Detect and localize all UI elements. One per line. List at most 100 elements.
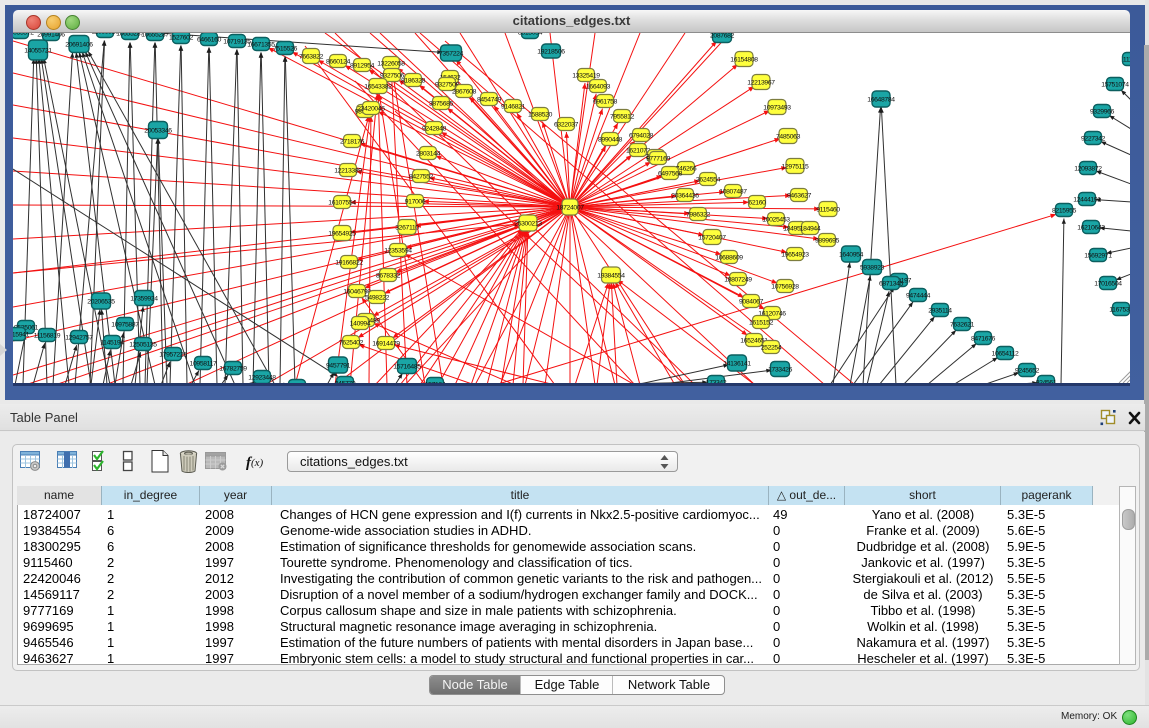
svg-text:7515526: 7515526 — [273, 46, 298, 53]
svg-text:20364436: 20364436 — [671, 193, 699, 200]
svg-text:184944: 184944 — [800, 226, 821, 233]
svg-text:2935114: 2935114 — [928, 308, 952, 315]
svg-text:7485063: 7485063 — [776, 134, 801, 141]
svg-text:1640954: 1640954 — [839, 252, 864, 259]
svg-text:9227342: 9227342 — [1081, 136, 1106, 143]
svg-text:6322037: 6322037 — [554, 122, 579, 129]
svg-text:10655287: 10655287 — [116, 33, 144, 38]
svg-text:12975115: 12975115 — [782, 164, 810, 171]
svg-text:1145194: 1145194 — [100, 340, 124, 347]
svg-text:10654112: 10654112 — [992, 351, 1020, 358]
svg-text:6466160: 6466160 — [197, 37, 222, 44]
svg-text:15692971: 15692971 — [1084, 253, 1112, 260]
svg-text:16154808: 16154808 — [730, 57, 758, 64]
svg-text:6497568: 6497568 — [658, 171, 683, 178]
svg-text:17016504: 17016504 — [1094, 281, 1122, 288]
svg-text:12923448: 12923448 — [248, 375, 276, 382]
svg-text:11123: 11123 — [1123, 57, 1130, 64]
svg-text:10756928: 10756928 — [771, 284, 799, 291]
svg-text:2867608: 2867608 — [452, 89, 477, 96]
svg-text:8454749: 8454749 — [477, 97, 502, 104]
svg-text:16107554: 16107554 — [328, 200, 356, 207]
svg-text:3875685: 3875685 — [429, 101, 454, 108]
svg-text:7663822: 7663822 — [299, 54, 324, 61]
svg-text:25300213: 25300213 — [514, 221, 542, 228]
svg-text:11653526: 11653526 — [92, 33, 120, 36]
svg-text:7986322: 7986322 — [686, 212, 711, 219]
svg-text:16210643: 16210643 — [1077, 225, 1105, 232]
svg-text:2718176: 2718176 — [340, 139, 365, 146]
svg-text:140994: 140994 — [350, 321, 371, 328]
svg-text:15716485: 15716485 — [393, 364, 421, 371]
svg-text:9329966: 9329966 — [1090, 109, 1115, 116]
svg-text:10975887: 10975887 — [111, 322, 139, 329]
svg-text:8678332: 8678332 — [376, 273, 401, 280]
svg-text:19218506: 19218506 — [537, 49, 565, 56]
svg-text:8427552: 8427552 — [409, 174, 434, 181]
svg-text:18807249: 18807249 — [724, 277, 752, 284]
svg-text:9115460: 9115460 — [816, 207, 840, 214]
svg-text:17359924: 17359924 — [130, 296, 158, 303]
svg-text:5938923: 5938923 — [860, 265, 885, 272]
svg-text:14136141: 14136141 — [723, 361, 751, 368]
svg-text:6794028: 6794028 — [629, 133, 654, 140]
svg-text:14055721: 14055721 — [24, 48, 52, 55]
svg-text:2803144: 2803144 — [416, 151, 441, 158]
svg-text:19384554: 19384554 — [597, 273, 625, 280]
svg-text:19166822: 19166822 — [335, 260, 363, 267]
svg-text:(x): (x) — [251, 457, 264, 469]
svg-text:18724007: 18724007 — [556, 205, 584, 212]
svg-text:9245652: 9245652 — [1015, 368, 1040, 375]
svg-text:9242848: 9242848 — [422, 126, 447, 133]
svg-text:16782759: 16782759 — [219, 366, 247, 373]
svg-text:6961758: 6961758 — [593, 99, 618, 106]
svg-text:1733426: 1733426 — [768, 367, 793, 374]
svg-text:62160: 62160 — [748, 200, 766, 207]
svg-text:3915941: 3915941 — [13, 332, 30, 339]
svg-text:1527602: 1527602 — [169, 35, 194, 42]
svg-text:3267110: 3267110 — [395, 225, 419, 232]
svg-text:10655287: 10655287 — [141, 33, 169, 39]
svg-text:17957225: 17957225 — [159, 352, 187, 359]
svg-text:252254: 252254 — [761, 345, 782, 352]
svg-text:16543382: 16543382 — [364, 84, 392, 91]
svg-text:12213389: 12213389 — [334, 168, 362, 175]
svg-text:8813054: 8813054 — [518, 33, 543, 37]
svg-text:1615152: 1615152 — [749, 320, 774, 327]
svg-text:8186328: 8186328 — [401, 78, 426, 85]
svg-text:15720407: 15720407 — [698, 235, 726, 242]
svg-text:23420046: 23420046 — [357, 106, 385, 113]
svg-text:8660124: 8660124 — [326, 59, 351, 66]
svg-text:9084067: 9084067 — [739, 299, 764, 306]
svg-text:13226058: 13226058 — [377, 61, 405, 68]
svg-text:7632621: 7632621 — [950, 322, 975, 329]
svg-text:2087682: 2087682 — [710, 33, 735, 40]
svg-text:7955812: 7955812 — [610, 114, 635, 121]
svg-text:9146821: 9146821 — [501, 104, 526, 111]
svg-text:10807487: 10807487 — [719, 189, 747, 196]
svg-text:10958117: 10958117 — [190, 361, 218, 368]
svg-text:12213967: 12213967 — [747, 80, 775, 87]
svg-text:1167533: 1167533 — [1109, 307, 1130, 314]
svg-text:1664093: 1664093 — [586, 84, 611, 91]
svg-text:20691406: 20691406 — [65, 42, 93, 49]
svg-text:20991406: 20991406 — [37, 33, 65, 39]
svg-text:19654925: 19654925 — [328, 231, 356, 238]
svg-text:12353594: 12353594 — [384, 248, 412, 255]
svg-text:10025453: 10025453 — [762, 217, 790, 224]
svg-text:10688609: 10688609 — [715, 255, 743, 262]
svg-text:8471676: 8471676 — [971, 336, 996, 343]
svg-text:6871345: 6871345 — [879, 281, 904, 288]
svg-text:16648784: 16648784 — [867, 97, 895, 104]
svg-text:13325419: 13325419 — [572, 73, 600, 80]
svg-text:9777169: 9777169 — [646, 156, 671, 163]
svg-text:917006: 917006 — [405, 199, 426, 206]
svg-text:8990448: 8990448 — [598, 137, 623, 144]
svg-text:20053346: 20053346 — [144, 128, 172, 135]
svg-text:19654923: 19654923 — [781, 252, 809, 259]
svg-text:12093872: 12093872 — [1074, 166, 1102, 173]
svg-text:20206535: 20206535 — [87, 299, 115, 306]
svg-text:10973493: 10973493 — [763, 105, 791, 112]
svg-text:12444191: 12444191 — [1073, 197, 1101, 204]
svg-text:14035572: 14035572 — [13, 33, 34, 37]
